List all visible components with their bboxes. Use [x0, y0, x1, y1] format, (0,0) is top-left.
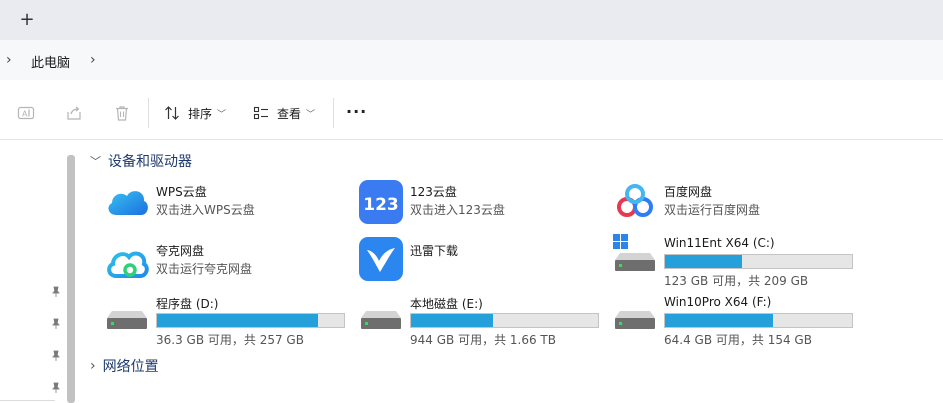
- pin-icon[interactable]: [50, 350, 62, 362]
- pin-icon[interactable]: [50, 382, 62, 394]
- breadcrumb-expand-chevron-icon[interactable]: ›: [90, 52, 96, 68]
- xunlei-download-tile[interactable]: 迅雷下载: [358, 236, 608, 286]
- tile-name: Win11Ent X64 (C:): [664, 236, 775, 250]
- drive-icon: [361, 311, 401, 329]
- chevron-down-icon: ﹀: [306, 109, 316, 120]
- 123-cloud-tile[interactable]: 123 123云盘 双击进入123云盘: [358, 179, 608, 229]
- chevron-down-icon: ﹀: [90, 155, 101, 168]
- capacity-text: 36.3 GB 可用，共 257 GB: [156, 333, 304, 347]
- tab-bar: +: [0, 0, 943, 40]
- drive-icon: [615, 311, 655, 329]
- rename-icon[interactable]: A: [17, 104, 35, 122]
- nav-scrollbar[interactable]: [67, 155, 75, 403]
- pin-icon[interactable]: [50, 286, 62, 298]
- section-devices-drives[interactable]: ﹀ 设备和驱动器: [90, 151, 192, 171]
- share-icon[interactable]: [65, 104, 83, 122]
- drive-c-tile[interactable]: Win11Ent X64 (C:) 123 GB 可用，共 209 GB: [612, 234, 862, 288]
- capacity-text: 123 GB 可用，共 209 GB: [664, 274, 809, 288]
- capacity-text: 64.4 GB 可用，共 154 GB: [664, 333, 812, 347]
- section-title: 设备和驱动器: [108, 154, 192, 170]
- drive-e-tile[interactable]: 本地磁盘 (E:) 944 GB 可用，共 1.66 TB: [358, 294, 608, 347]
- view-button[interactable]: 查看 ﹀: [253, 100, 315, 126]
- capacity-bar: [156, 313, 345, 328]
- tile-subtitle: 双击运行百度网盘: [664, 203, 761, 217]
- quark-netdisk-tile[interactable]: 夸克网盘 双击运行夸克网盘: [104, 240, 354, 290]
- tile-name: 123云盘: [410, 185, 457, 199]
- wps-cloud-icon: [108, 191, 148, 215]
- toolbar-separator: [148, 98, 149, 128]
- chevron-right-icon: ›: [90, 358, 96, 374]
- capacity-bar: [410, 313, 599, 328]
- view-label: 查看: [277, 106, 302, 121]
- capacity-text: 944 GB 可用，共 1.66 TB: [410, 333, 556, 347]
- tile-subtitle: 双击运行夸克网盘: [156, 262, 253, 276]
- sort-label: 排序: [188, 106, 213, 121]
- nav-divider: [0, 400, 55, 401]
- new-tab-button[interactable]: +: [17, 10, 37, 30]
- section-network-locations[interactable]: › 网络位置: [90, 356, 159, 376]
- drive-d-tile[interactable]: 程序盘 (D:) 36.3 GB 可用，共 257 GB: [104, 294, 354, 347]
- section-title: 网络位置: [102, 359, 159, 375]
- svg-text:123: 123: [363, 195, 399, 215]
- view-icon: [253, 106, 268, 120]
- drive-icon: [107, 311, 147, 329]
- capacity-bar: [664, 254, 853, 269]
- toolbar-separator: [333, 98, 334, 128]
- tile-name: 程序盘 (D:): [156, 297, 219, 311]
- chevron-down-icon: ﹀: [217, 109, 227, 120]
- tile-subtitle: 双击进入WPS云盘: [156, 203, 255, 217]
- svg-text:A: A: [22, 110, 28, 119]
- tile-subtitle: 双击进入123云盘: [410, 203, 505, 217]
- breadcrumb: › 此电脑 ›: [0, 40, 943, 80]
- pin-icon[interactable]: [50, 318, 62, 330]
- baidu-netdisk-icon: [613, 180, 657, 224]
- sort-icon: [165, 106, 179, 120]
- quark-netdisk-icon: [107, 251, 149, 278]
- breadcrumb-chevron-icon[interactable]: ›: [6, 52, 12, 68]
- tile-name: 本地磁盘 (E:): [410, 297, 483, 311]
- tile-name: 百度网盘: [664, 185, 713, 199]
- drive-f-tile[interactable]: Win10Pro X64 (F:) 64.4 GB 可用，共 154 GB: [612, 294, 862, 347]
- more-options-button[interactable]: ···: [346, 102, 367, 121]
- breadcrumb-this-pc[interactable]: 此电脑: [31, 52, 70, 71]
- wps-cloud-tile[interactable]: WPS云盘 双击进入WPS云盘: [104, 181, 354, 231]
- tile-name: 迅雷下载: [410, 244, 459, 258]
- navigation-pane: [0, 141, 66, 403]
- capacity-bar: [664, 313, 853, 328]
- sort-button[interactable]: 排序 ﹀: [164, 100, 226, 126]
- xunlei-download-icon: [359, 237, 403, 281]
- delete-icon[interactable]: [113, 104, 131, 122]
- command-bar: A 排序 ﹀ 查看 ﹀: [0, 86, 943, 140]
- tile-name: 夸克网盘: [156, 244, 205, 258]
- baidu-netdisk-tile[interactable]: 百度网盘 双击运行百度网盘: [612, 179, 862, 229]
- tile-name: Win10Pro X64 (F:): [664, 295, 772, 309]
- 123-cloud-icon: 123: [359, 180, 403, 224]
- tile-name: WPS云盘: [156, 185, 207, 199]
- system-drive-icon: [613, 234, 655, 271]
